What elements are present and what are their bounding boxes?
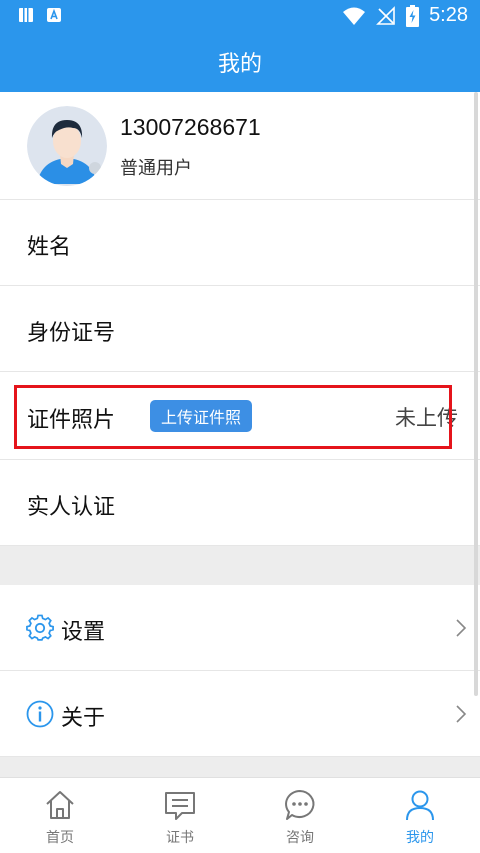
phone-number: 13007268671 bbox=[120, 114, 261, 140]
battery-charging-icon bbox=[406, 4, 420, 27]
name-row[interactable]: 姓名 bbox=[0, 200, 480, 286]
tab-consult-label: 咨询 bbox=[286, 830, 314, 846]
info-icon bbox=[26, 700, 54, 728]
gear-icon bbox=[26, 614, 54, 641]
chevron-right-icon bbox=[456, 705, 467, 723]
status-time: 5:28 bbox=[429, 4, 468, 26]
wifi-icon bbox=[343, 7, 366, 25]
bottom-tab-bar: 首页 证书 咨询 我的 bbox=[0, 777, 480, 853]
tab-mine-label: 我的 bbox=[406, 830, 434, 846]
person-icon bbox=[406, 790, 434, 821]
real-person-verify-label: 实人认证 bbox=[27, 495, 116, 520]
page-title: 我的 bbox=[217, 52, 262, 77]
certificate-icon bbox=[165, 792, 195, 820]
tab-home[interactable]: 首页 bbox=[0, 778, 120, 853]
user-type-label: 普通用户 bbox=[120, 158, 192, 179]
id-number-row[interactable]: 身份证号 bbox=[0, 286, 480, 372]
tab-mine[interactable]: 我的 bbox=[360, 778, 480, 853]
real-person-verify-row[interactable]: 实人认证 bbox=[0, 460, 480, 546]
avatar[interactable] bbox=[27, 106, 107, 186]
settings-row[interactable]: 设置 bbox=[0, 585, 480, 671]
sim-card-icon bbox=[19, 8, 33, 22]
header: 我的 bbox=[0, 32, 480, 92]
tab-home-label: 首页 bbox=[46, 830, 74, 846]
status-bar: 5:28 bbox=[0, 0, 480, 32]
about-row[interactable]: 关于 bbox=[0, 671, 480, 757]
app-notification-icon bbox=[47, 8, 61, 22]
about-label: 关于 bbox=[61, 706, 106, 731]
chevron-right-icon bbox=[456, 619, 467, 637]
profile-card[interactable]: 13007268671 普通用户 bbox=[0, 92, 480, 200]
scrollbar[interactable] bbox=[474, 92, 478, 696]
no-signal-icon bbox=[376, 5, 395, 25]
id-number-label: 身份证号 bbox=[27, 321, 116, 346]
tab-certificate[interactable]: 证书 bbox=[120, 778, 240, 853]
highlight-box bbox=[14, 385, 452, 449]
chat-icon bbox=[285, 790, 315, 820]
home-icon bbox=[46, 791, 74, 819]
name-label: 姓名 bbox=[27, 235, 72, 260]
tab-certificate-label: 证书 bbox=[166, 830, 194, 846]
tab-consult[interactable]: 咨询 bbox=[240, 778, 360, 853]
settings-label: 设置 bbox=[61, 620, 106, 645]
